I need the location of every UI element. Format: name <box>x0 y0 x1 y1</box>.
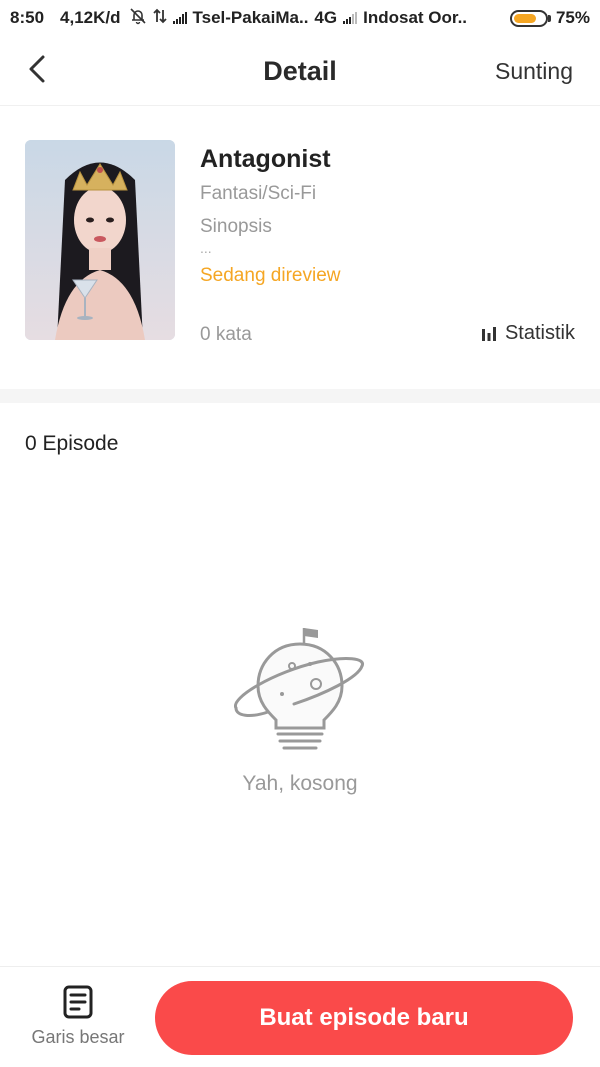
nav-bar: Detail Sunting <box>0 36 600 106</box>
statistics-button[interactable]: Statistik <box>481 322 575 345</box>
synopsis-label: Sinopsis <box>200 216 272 237</box>
synopsis-ellipsis: ... <box>200 240 212 256</box>
book-cover-image[interactable] <box>25 140 175 340</box>
lightbulb-planet-icon <box>234 624 366 754</box>
data-arrows-icon <box>152 8 167 29</box>
create-episode-button[interactable]: Buat episode baru <box>155 981 573 1055</box>
book-title: Antagonist <box>200 145 331 173</box>
review-status: Sedang direview <box>200 265 341 286</box>
status-bar: 8:50 4,12K/d Tsel-PakaiMa.. 4G Indosat O… <box>0 0 600 36</box>
mute-icon <box>129 7 147 30</box>
signal-icon <box>172 12 187 24</box>
status-time: 8:50 <box>10 8 45 27</box>
section-divider <box>0 389 600 403</box>
bar-chart-icon <box>481 326 496 341</box>
word-count: 0 kata <box>200 324 252 345</box>
battery-percent: 75% <box>555 8 590 27</box>
signal-icon <box>343 12 358 24</box>
network-type: 4G <box>314 8 338 27</box>
carrier-1: Tsel-PakaiMa.. <box>192 8 309 27</box>
outline-button[interactable]: Garis besar <box>20 985 136 1057</box>
document-list-icon <box>63 985 93 1019</box>
book-card: Antagonist Fantasi/Sci-Fi Sinopsis ... S… <box>0 107 600 389</box>
edit-button[interactable]: Sunting <box>495 58 573 85</box>
book-genre: Fantasi/Sci-Fi <box>200 183 317 204</box>
empty-state-text: Yah, kosong <box>242 772 358 795</box>
episode-count: 0 Episode <box>25 432 119 455</box>
outline-label: Garis besar <box>31 1027 125 1047</box>
battery-icon: 75% <box>509 8 590 28</box>
carrier-2: Indosat Oor.. <box>363 8 468 27</box>
bottom-bar: Garis besar Buat episode baru <box>0 966 600 1067</box>
statistics-label: Statistik <box>504 322 575 344</box>
status-network-speed: 4,12K/d <box>60 8 121 27</box>
